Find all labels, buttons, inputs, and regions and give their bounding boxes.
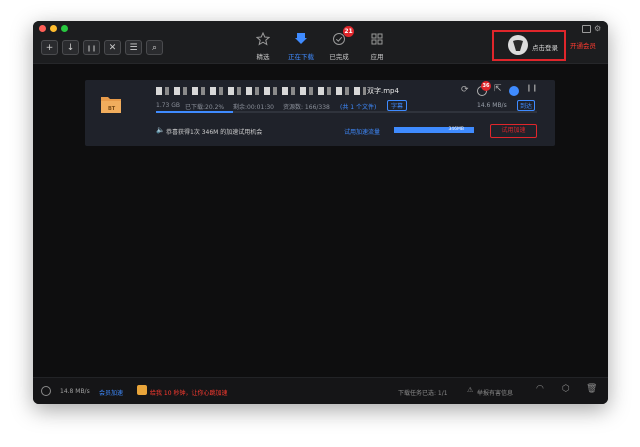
minimize-window-button[interactable] xyxy=(50,25,57,32)
status-bar: 14.8 MB/s 会员加速 给我 10 秒钟，让你心跳加速 下载任务已选: 1… xyxy=(33,377,608,404)
trial-flow-label: 试用加速流量 xyxy=(344,129,381,136)
close-window-button[interactable] xyxy=(39,25,46,32)
tab-downloading[interactable]: 正在下载 xyxy=(283,31,319,61)
filename-obscured xyxy=(156,87,366,95)
total-speed: 14.8 MB/s xyxy=(60,388,90,395)
avatar xyxy=(508,35,528,55)
download-icon xyxy=(295,33,307,44)
report-link[interactable]: 举报有害信息 xyxy=(477,388,513,397)
settings-icon[interactable]: ⚙ xyxy=(594,24,601,33)
speaker-icon: 🔈 xyxy=(156,126,165,134)
progress-track xyxy=(156,111,537,113)
add-button[interactable]: + xyxy=(41,40,58,55)
progress-fill xyxy=(156,111,233,113)
apps-grid-icon xyxy=(371,33,383,45)
report-icon: ⚠ xyxy=(467,386,474,394)
tab-label: 精选 xyxy=(256,53,270,61)
title-bar: + ↓ ❙❙ ✕ ☰ ⌕ 精选 正在下载 已完成 21 应用 点击登录 开通会员… xyxy=(33,21,608,64)
tasks-selected: 下载任务已选: 1/1 xyxy=(398,390,448,397)
play-icon[interactable] xyxy=(509,86,519,96)
completed-count-badge: 21 xyxy=(343,26,354,37)
accelerate-badge: 36 xyxy=(481,81,491,91)
torrent-badge: BT xyxy=(108,106,116,112)
delete-button[interactable]: ✕ xyxy=(104,40,121,55)
refresh-icon[interactable]: ⟳ xyxy=(461,85,469,95)
trial-flow-value: 346MB xyxy=(448,127,464,132)
pause-task-icon[interactable]: ❙❙ xyxy=(526,84,538,92)
window-mode-icon[interactable] xyxy=(582,25,591,33)
start-button[interactable]: ↓ xyxy=(62,40,79,55)
file-count-link[interactable]: (共 1 个文件) xyxy=(340,102,376,111)
tab-label: 应用 xyxy=(370,53,384,61)
trash-icon[interactable]: 🗑 xyxy=(586,384,597,394)
tab-completed[interactable]: 已完成 21 xyxy=(321,26,357,61)
app-window: + ↓ ❙❙ ✕ ☰ ⌕ 精选 正在下载 已完成 21 应用 点击登录 开通会员… xyxy=(33,21,608,404)
login-area[interactable]: 点击登录 xyxy=(492,30,566,61)
trial-accelerate-button[interactable]: 试用加速 xyxy=(490,124,537,138)
remaining-time: 剩余:00:01:30 xyxy=(233,104,274,111)
status-tag: 到达 xyxy=(517,100,536,111)
download-progress-text: 已下载:20.2% xyxy=(185,104,225,111)
login-label: 点击登录 xyxy=(532,44,558,52)
search-button[interactable]: ⌕ xyxy=(146,40,163,55)
list-button[interactable]: ☰ xyxy=(125,40,142,55)
plugin-icon[interactable]: ⬡ xyxy=(562,384,570,394)
speed-clock-icon xyxy=(41,386,51,396)
file-size: 1.73 GB xyxy=(156,102,181,109)
promo-gift-icon xyxy=(137,385,147,395)
vip-speed-link[interactable]: 会员加速 xyxy=(99,388,123,397)
subtitle-tag[interactable]: 字幕 xyxy=(387,100,408,111)
promo-link[interactable]: 给我 10 秒钟，让你心跳加速 xyxy=(150,388,227,397)
tab-featured[interactable]: 精选 xyxy=(245,31,281,61)
download-task-card[interactable]: BT 双字.mp4 1.73 GB 已下载:20.2% 剩余:00:01:30 … xyxy=(85,80,555,146)
trial-message: 恭喜获得1次 346M 的加速试用机会 xyxy=(166,129,263,136)
tab-apps[interactable]: 应用 xyxy=(359,31,395,61)
pause-button[interactable]: ❙❙ xyxy=(83,40,100,55)
star-icon xyxy=(255,31,271,46)
open-external-icon[interactable]: ⇱ xyxy=(494,84,502,94)
resource-count: 资源数: 166/338 xyxy=(283,104,330,111)
zoom-window-button[interactable] xyxy=(61,25,68,32)
tab-label: 正在下载 xyxy=(288,53,314,61)
tab-label: 已完成 xyxy=(329,53,349,61)
vip-link[interactable]: 开通会员 xyxy=(570,40,596,50)
trial-flow-bar: 346MB xyxy=(394,127,474,133)
wifi-icon[interactable]: ◠ xyxy=(536,384,544,394)
task-speed: 14.6 MB/s xyxy=(477,102,507,109)
filename-label: 双字.mp4 xyxy=(367,87,399,95)
